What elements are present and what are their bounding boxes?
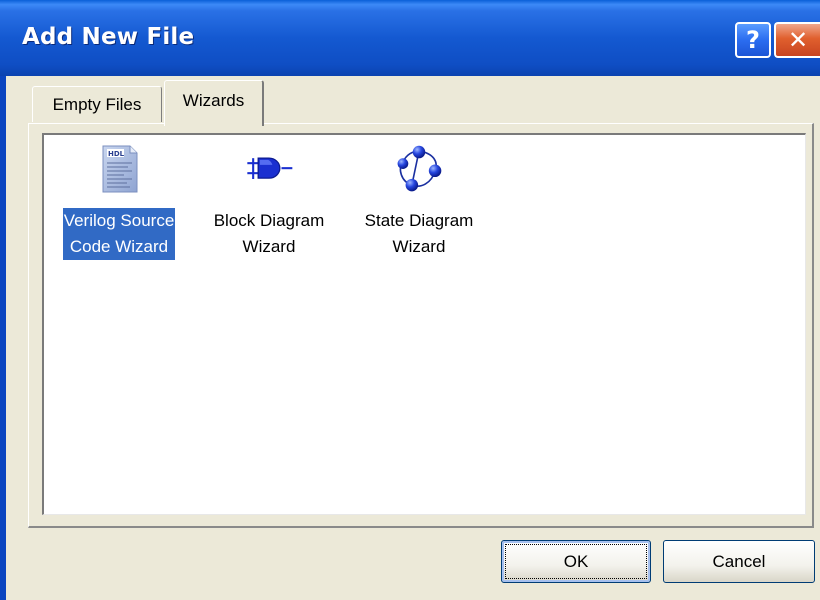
close-button[interactable]: ✕ [774,22,820,58]
list-item-state-diagram-wizard[interactable]: State Diagram Wizard [344,143,494,260]
help-button[interactable]: ? [735,22,771,58]
svg-text:HDL: HDL [108,150,125,158]
tab-wizards[interactable]: Wizards [164,80,264,126]
hdl-document-icon: HDL [102,145,138,193]
ok-button[interactable]: OK [501,540,651,583]
tab-empty-files[interactable]: Empty Files [32,86,162,122]
title-bar[interactable]: Add New File ? ✕ [0,0,820,76]
wizard-label: State Diagram Wizard [364,211,474,256]
wizard-label: Verilog Source Code Wizard [61,207,177,261]
add-new-file-dialog: Add New File ? ✕ Empty Files Wizards HDL [0,0,820,600]
wizard-list-view[interactable]: HDL Verilog Source Code Wizard Block Dia… [42,133,806,515]
cancel-button[interactable]: Cancel [663,540,815,583]
logic-gate-icon [247,157,293,179]
wizard-label: Block Diagram Wizard [213,211,325,256]
state-machine-icon [397,145,442,192]
window-frame [0,76,6,600]
list-item-block-diagram-wizard[interactable]: Block Diagram Wizard [194,143,344,260]
list-item-verilog-source-code-wizard[interactable]: HDL Verilog Source Code Wizard [44,143,194,261]
dialog-title: Add New File [22,24,195,50]
